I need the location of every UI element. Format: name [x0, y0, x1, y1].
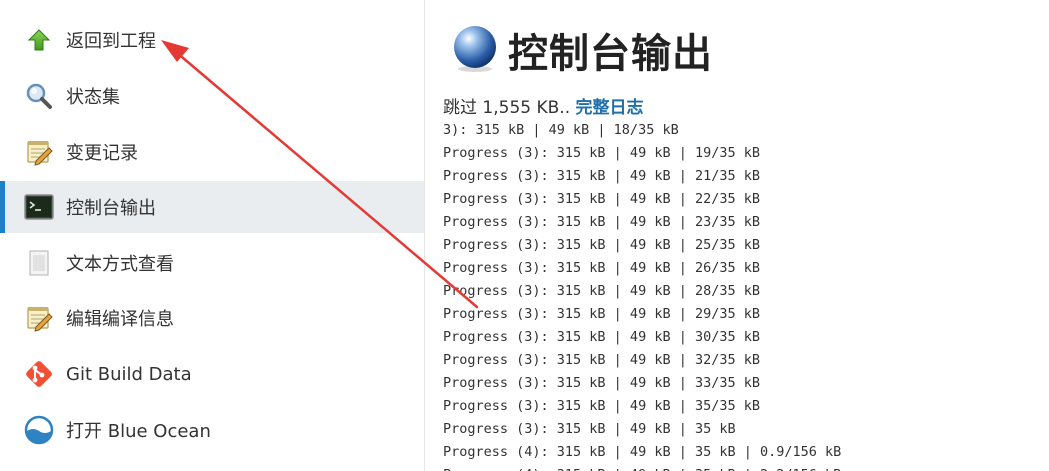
page-title: 控制台输出	[508, 31, 713, 77]
console-line: Progress (4): 315 kB | 49 kB | 35 kB | 2…	[443, 467, 841, 471]
blue-sphere-icon	[450, 23, 500, 77]
console-line: Progress (3): 315 kB | 49 kB | 30/35 kB	[443, 329, 760, 345]
sidebar-item-open-blue-ocean[interactable]: 打开 Blue Ocean	[0, 404, 424, 456]
main-content: 控制台输出 跳过 1,555 KB.. 完整日志 3): 315 kB | 49…	[426, 0, 1049, 471]
document-icon	[24, 248, 54, 278]
console-line: Progress (3): 315 kB | 49 kB | 33/35 kB	[443, 375, 760, 391]
console-line: Progress (3): 315 kB | 49 kB | 35/35 kB	[443, 398, 760, 414]
console-line: Progress (3): 315 kB | 49 kB | 21/35 kB	[443, 168, 760, 184]
notepad-icon	[24, 137, 54, 167]
sidebar-item-label: 返回到工程	[66, 31, 156, 52]
skip-text: 跳过 1,555 KB..	[443, 98, 576, 118]
sidebar-item-console-output[interactable]: 控制台输出	[0, 181, 424, 233]
terminal-icon	[24, 192, 54, 222]
sidebar-item-label: 控制台输出	[66, 198, 156, 219]
sidebar-item-label: 状态集	[66, 87, 120, 108]
sidebar-item-edit-build-info[interactable]: 编辑编译信息	[0, 292, 424, 344]
console-output: 3): 315 kB | 49 kB | 18/35 kB Progress (…	[443, 119, 841, 471]
sidebar-item-label: Git Build Data	[66, 363, 192, 385]
sidebar-item-status[interactable]: 状态集	[0, 70, 424, 122]
blue-ocean-icon	[24, 415, 54, 445]
page-header: 控制台输出	[450, 22, 713, 78]
console-line: Progress (3): 315 kB | 49 kB | 25/35 kB	[443, 237, 760, 253]
console-line: Progress (3): 315 kB | 49 kB | 19/35 kB	[443, 145, 760, 161]
git-icon	[24, 359, 54, 389]
sidebar-item-changes[interactable]: 变更记录	[0, 126, 424, 178]
up-arrow-icon	[24, 25, 54, 55]
console-line: Progress (4): 315 kB | 49 kB | 35 kB | 0…	[443, 444, 842, 460]
skip-notice: 跳过 1,555 KB.. 完整日志	[443, 93, 644, 118]
sidebar-item-git-build-data[interactable]: Git Build Data	[0, 348, 424, 400]
console-line: 3): 315 kB | 49 kB | 18/35 kB	[443, 122, 679, 138]
sidebar: 返回到工程 状态集 变更记录 控制台输出 文本方式查看 编辑编译信息 Git B…	[0, 0, 425, 471]
magnifier-icon	[24, 81, 54, 111]
console-line: Progress (3): 315 kB | 49 kB | 28/35 kB	[443, 283, 760, 299]
sidebar-item-label: 变更记录	[66, 143, 138, 164]
sidebar-item-view-as-text[interactable]: 文本方式查看	[0, 237, 424, 289]
sidebar-item-back-to-project[interactable]: 返回到工程	[0, 14, 424, 66]
console-line: Progress (3): 315 kB | 49 kB | 22/35 kB	[443, 191, 760, 207]
console-line: Progress (3): 315 kB | 49 kB | 29/35 kB	[443, 306, 760, 322]
console-line: Progress (3): 315 kB | 49 kB | 23/35 kB	[443, 214, 760, 230]
notepad-icon	[24, 303, 54, 333]
console-line: Progress (3): 315 kB | 49 kB | 26/35 kB	[443, 260, 760, 276]
sidebar-item-label: 打开 Blue Ocean	[66, 421, 211, 442]
console-line: Progress (3): 315 kB | 49 kB | 35 kB	[443, 421, 736, 437]
sidebar-item-label: 文本方式查看	[66, 254, 174, 275]
sidebar-item-label: 编辑编译信息	[66, 309, 174, 330]
console-line: Progress (3): 315 kB | 49 kB | 32/35 kB	[443, 352, 760, 368]
full-log-link[interactable]: 完整日志	[576, 98, 644, 118]
